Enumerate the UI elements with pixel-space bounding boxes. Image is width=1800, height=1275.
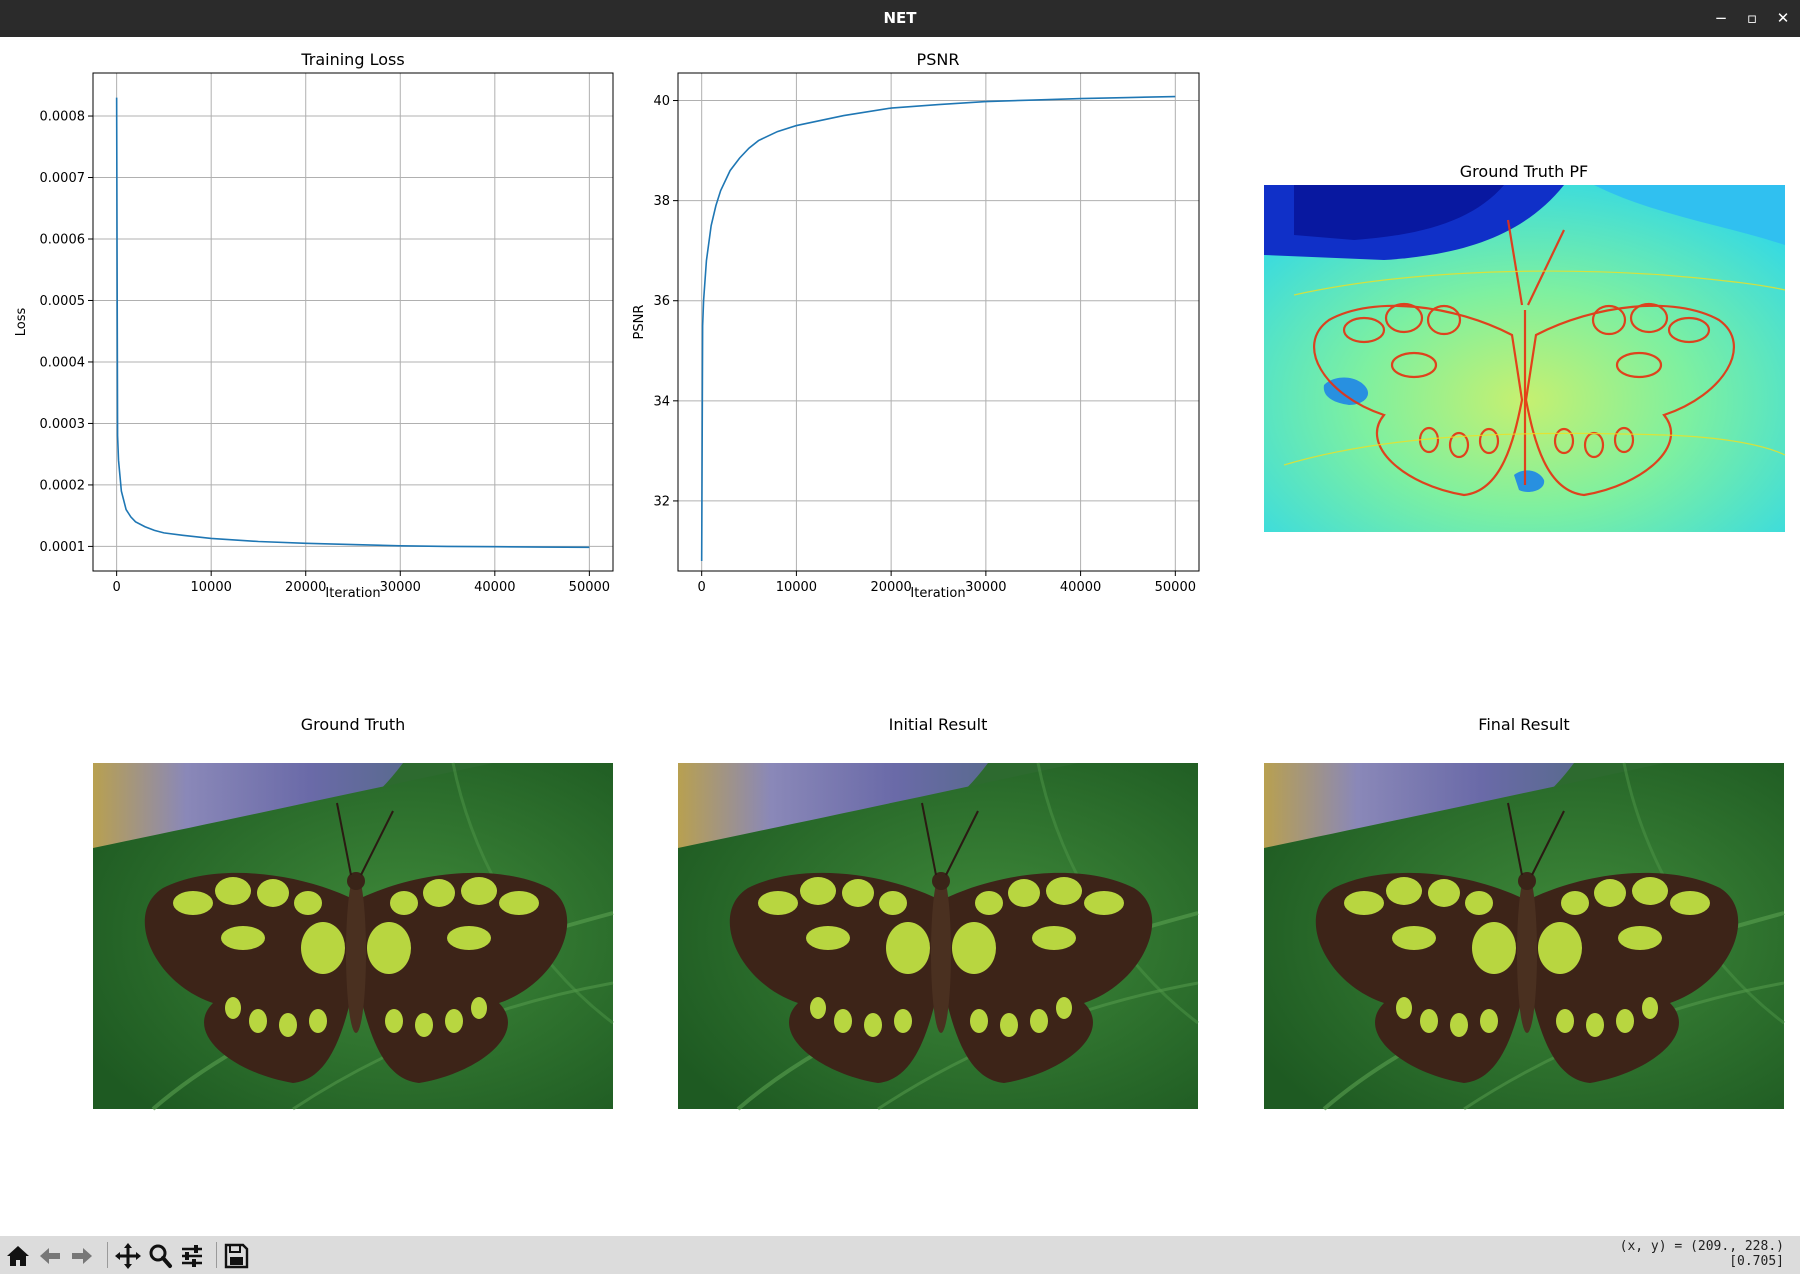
navigation-toolbar: (x, y) = (209., 228.) [0.705] [0, 1236, 1800, 1274]
psnr-axes: 0 10000 20000 30000 40000 50000 32 34 36 38 40 PSN… [632, 50, 1200, 601]
window-titlebar: NET − ▫ ✕ [0, 0, 1800, 37]
loss-ytick-label: 0.0007 [40, 171, 86, 186]
psnr-xtick-label: 50000 [1155, 580, 1196, 595]
loss-title: Training Loss [300, 50, 404, 69]
ground-truth-title: Ground Truth [301, 715, 406, 734]
psnr-xtick-label: 30000 [965, 580, 1006, 595]
coords-line-2: [0.705] [1729, 1254, 1784, 1269]
loss-ytick-label: 0.0006 [40, 233, 86, 248]
initial-result-panel: Initial Result [676, 715, 1200, 1111]
move-icon [115, 1243, 141, 1269]
floppy-icon [224, 1243, 249, 1269]
forward-button[interactable] [67, 1239, 97, 1271]
loss-ytick-label: 0.0001 [40, 540, 86, 555]
loss-ytick-label: 0.0004 [40, 355, 86, 370]
window-title: NET [883, 9, 917, 27]
magnifier-icon [149, 1244, 172, 1268]
loss-xtick-label: 10000 [191, 580, 232, 595]
psnr-ytick-label: 36 [653, 294, 670, 309]
pan-button[interactable] [113, 1239, 143, 1271]
loss-ytick-label: 0.0002 [40, 478, 86, 493]
psnr-title: PSNR [917, 50, 960, 69]
maximize-button[interactable]: ▫ [1737, 0, 1767, 37]
psnr-ytick-label: 40 [653, 94, 670, 109]
zoom-button[interactable] [145, 1239, 175, 1271]
loss-xlabel: Iteration [325, 586, 380, 601]
sliders-icon [182, 1245, 202, 1267]
loss-xtick-label: 50000 [569, 580, 610, 595]
gt-pf-heatmap-image [1264, 185, 1786, 532]
psnr-xlabel: Iteration [910, 586, 965, 601]
psnr-xtick-label: 40000 [1060, 580, 1101, 595]
minimize-button[interactable]: − [1706, 0, 1736, 37]
arrow-right-icon [72, 1248, 92, 1264]
loss-xtick-label: 0 [112, 580, 120, 595]
psnr-ytick-label: 32 [653, 494, 670, 509]
psnr-ytick-label: 34 [653, 394, 670, 409]
loss-axes: 0 10000 20000 30000 40000 50000 0.0001 0.0002 0.… [14, 50, 614, 601]
final-result-panel: Final Result [1262, 715, 1786, 1111]
psnr-xtick-label: 20000 [870, 580, 911, 595]
final-result-image [1262, 761, 1786, 1111]
psnr-ytick-label: 38 [653, 194, 670, 209]
loss-xtick-label: 30000 [380, 580, 421, 595]
toolbar-separator [107, 1242, 108, 1268]
figure-svg: 0 10000 20000 30000 40000 50000 0.0001 0.0002 0.… [14, 50, 1786, 1111]
loss-ylabel: Loss [14, 308, 29, 337]
initial-result-image [676, 761, 1200, 1111]
gt-pf-panel: Ground Truth PF [1264, 162, 1786, 532]
gt-pf-title: Ground Truth PF [1460, 162, 1588, 181]
final-result-title: Final Result [1478, 715, 1569, 734]
psnr-xtick-label: 0 [698, 580, 706, 595]
loss-ytick-label: 0.0005 [40, 294, 86, 309]
psnr-xtick-label: 10000 [776, 580, 817, 595]
home-button[interactable] [3, 1239, 33, 1271]
home-icon [7, 1246, 29, 1266]
ground-truth-image [91, 761, 615, 1111]
back-button[interactable] [35, 1239, 65, 1271]
figure-canvas[interactable]: 0 10000 20000 30000 40000 50000 0.0001 0.0002 0.… [0, 37, 1800, 1236]
loss-xtick-label: 40000 [474, 580, 515, 595]
loss-ytick-label: 0.0003 [40, 417, 86, 432]
configure-subplots-button[interactable] [177, 1239, 207, 1271]
cursor-coordinates-readout: (x, y) = (209., 228.) [0.705] [1620, 1239, 1784, 1269]
save-button[interactable] [221, 1239, 251, 1271]
loss-ytick-label: 0.0008 [40, 110, 86, 125]
psnr-ylabel: PSNR [632, 305, 647, 340]
arrow-left-icon [40, 1248, 60, 1264]
initial-result-title: Initial Result [889, 715, 988, 734]
ground-truth-panel: Ground Truth [91, 715, 615, 1111]
close-button[interactable]: ✕ [1768, 0, 1798, 37]
coords-line-1: (x, y) = (209., 228.) [1619, 1239, 1784, 1254]
loss-xtick-label: 20000 [285, 580, 326, 595]
toolbar-separator [216, 1242, 217, 1268]
